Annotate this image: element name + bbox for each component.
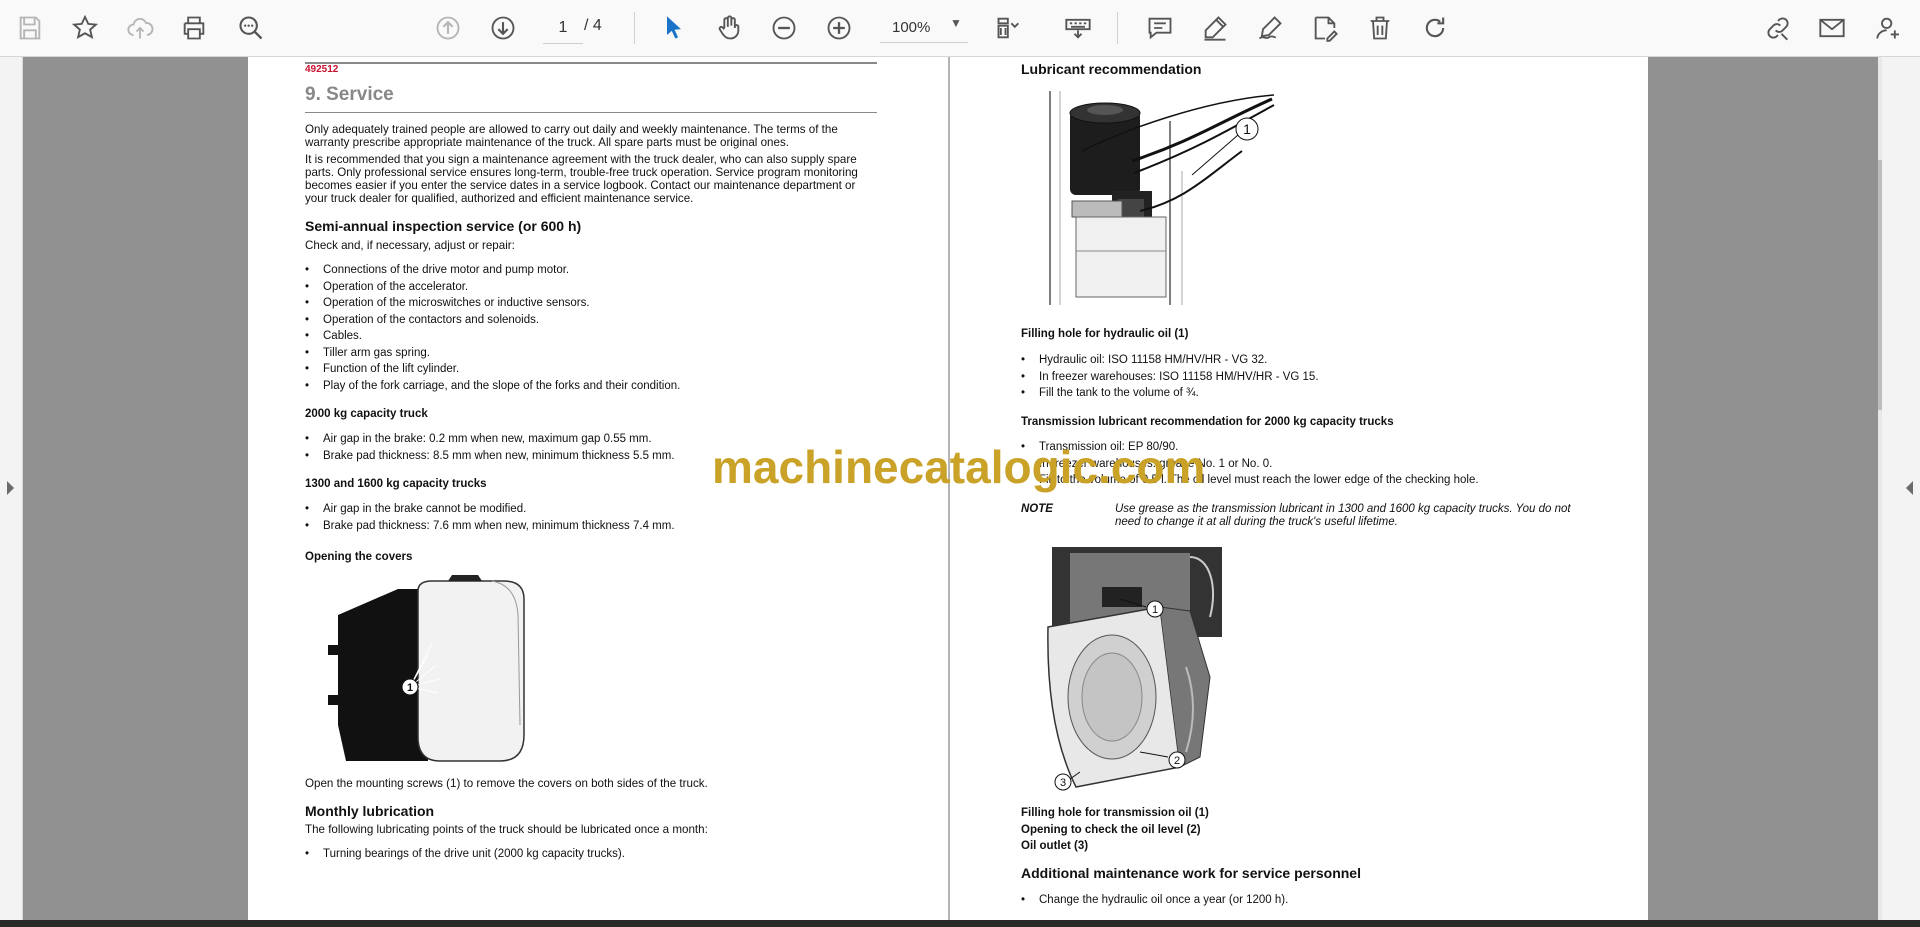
list-item: Brake pad thickness: 7.6 mm when new, mi… — [305, 518, 885, 535]
page-down-icon[interactable] — [486, 11, 520, 45]
covers-caption: Open the mounting screws (1) to remove t… — [305, 777, 708, 790]
monthly-list: Turning bearings of the drive unit (2000… — [305, 846, 885, 863]
bookmark-star-icon[interactable] — [68, 11, 102, 45]
callout-1: 1 — [407, 682, 413, 694]
rotate-icon[interactable] — [1418, 11, 1452, 45]
list-item: In freezer warehouses: ISO 11158 HM/HV/H… — [1021, 369, 1621, 386]
cloud-upload-icon[interactable] — [123, 11, 157, 45]
intro-paragraph-2: It is recommended that you sign a mainte… — [305, 153, 858, 205]
page-number-input[interactable] — [543, 13, 583, 44]
list-item: Turning bearings of the drive unit (2000… — [305, 846, 885, 863]
delete-icon[interactable] — [1363, 11, 1397, 45]
list-item: Operation of the accelerator. — [305, 279, 885, 296]
page-total-label: / 4 — [584, 17, 602, 34]
list-1300-1600kg: Air gap in the brake cannot be modified.… — [305, 501, 885, 534]
list-item: Connections of the drive motor and pump … — [305, 262, 885, 279]
semi-annual-intro: Check and, if necessary, adjust or repai… — [305, 239, 515, 252]
section-heading-semi-annual: Semi-annual inspection service (or 600 h… — [305, 218, 582, 234]
subheading-opening-covers: Opening the covers — [305, 551, 413, 563]
caption-filling-transmission: Filling hole for transmission oil (1) — [1021, 807, 1209, 819]
hand-pan-icon[interactable] — [712, 11, 746, 45]
page-fit-icon[interactable] — [992, 11, 1026, 45]
expand-right-panel-icon[interactable] — [1906, 481, 1913, 495]
callout-3: 3 — [1060, 777, 1066, 789]
header-rule — [305, 62, 877, 64]
truck-cover-illustration: 1 — [328, 575, 525, 762]
monthly-intro: The following lubricating points of the … — [305, 823, 708, 836]
list-item: Hydraulic oil: ISO 11158 HM/HV/HR - VG 3… — [1021, 352, 1621, 369]
section-heading-additional: Additional maintenance work for service … — [1021, 865, 1361, 881]
list-item: Tiller arm gas spring. — [305, 345, 885, 362]
list-item: Operation of the contactors and solenoid… — [305, 312, 885, 329]
pump-motor-illustration: 1 — [1042, 91, 1277, 305]
draw-pen-icon[interactable] — [1253, 11, 1287, 45]
additional-list: Change the hydraulic oil once a year (or… — [1021, 892, 1621, 909]
list-item: Air gap in the brake cannot be modified. — [305, 501, 885, 518]
document-number: 492512 — [305, 64, 339, 75]
callout-1: 1 — [1243, 121, 1251, 137]
list-item: Fill the tank to the volume of ¾. — [1021, 385, 1621, 402]
expand-left-panel-icon[interactable] — [7, 481, 14, 495]
intro-paragraph-1: Only adequately trained people are allow… — [305, 123, 838, 149]
toolbar-divider — [1117, 12, 1118, 44]
print-icon[interactable] — [177, 11, 211, 45]
highlight-pen-icon[interactable] — [1198, 11, 1232, 45]
list-item: Function of the lift cylinder. — [305, 361, 885, 378]
page-title: 9. Service — [305, 84, 394, 105]
right-panel-toggle[interactable] — [1880, 57, 1920, 920]
zoom-in-icon[interactable] — [822, 11, 856, 45]
callout-2: 2 — [1174, 755, 1180, 767]
scrollbar-thumb[interactable] — [1878, 160, 1882, 410]
transmission-illustration: 1 2 3 — [1047, 547, 1222, 791]
email-icon[interactable] — [1815, 11, 1849, 45]
zoom-value: 100% — [892, 19, 931, 36]
comment-icon[interactable] — [1143, 11, 1177, 45]
zoom-out-icon[interactable] — [767, 11, 801, 45]
section-heading-lubricant: Lubricant recommendation — [1021, 61, 1202, 77]
list-item: Change the hydraulic oil once a year (or… — [1021, 892, 1621, 909]
save-icon[interactable] — [13, 11, 47, 45]
callout-1: 1 — [1152, 604, 1158, 616]
list-item: Cables. — [305, 328, 885, 345]
find-zoom-icon[interactable] — [234, 11, 268, 45]
add-user-icon[interactable] — [1872, 11, 1906, 45]
keyboard-icon[interactable] — [1061, 11, 1095, 45]
page-up-icon[interactable] — [431, 11, 465, 45]
note-label: NOTE — [1021, 503, 1053, 515]
share-link-icon[interactable] — [1761, 11, 1795, 45]
bottom-bar — [0, 920, 1920, 927]
list-item: Operation of the microswitches or induct… — [305, 295, 885, 312]
hydraulic-list: Hydraulic oil: ISO 11158 HM/HV/HR - VG 3… — [1021, 352, 1621, 402]
toolbar: / 4 100% ▼ — [0, 0, 1920, 57]
zoom-select[interactable]: 100% ▼ — [880, 14, 968, 43]
section-heading-monthly: Monthly lubrication — [305, 803, 435, 819]
caption-check-oil-level: Opening to check the oil level (2) — [1021, 824, 1201, 836]
list-item: Play of the fork carriage, and the slope… — [305, 378, 885, 395]
select-pointer-icon[interactable] — [657, 11, 691, 45]
caption-oil-outlet: Oil outlet (3) — [1021, 840, 1089, 852]
subheading-filling-hydraulic: Filling hole for hydraulic oil (1) — [1021, 328, 1189, 340]
subheading-1300-1600kg: 1300 and 1600 kg capacity trucks — [305, 478, 487, 490]
title-rule — [305, 112, 877, 113]
watermark: machinecatalogic.com — [712, 441, 1206, 493]
chevron-down-icon: ▼ — [950, 16, 962, 30]
subheading-transmission: Transmission lubricant recommendation fo… — [1021, 416, 1394, 428]
toolbar-divider — [634, 12, 635, 44]
note-text: Use grease as the transmission lubricant… — [1115, 503, 1571, 528]
stamp-icon[interactable] — [1308, 11, 1342, 45]
semi-annual-checklist: Connections of the drive motor and pump … — [305, 262, 885, 394]
subheading-2000kg: 2000 kg capacity truck — [305, 408, 428, 420]
